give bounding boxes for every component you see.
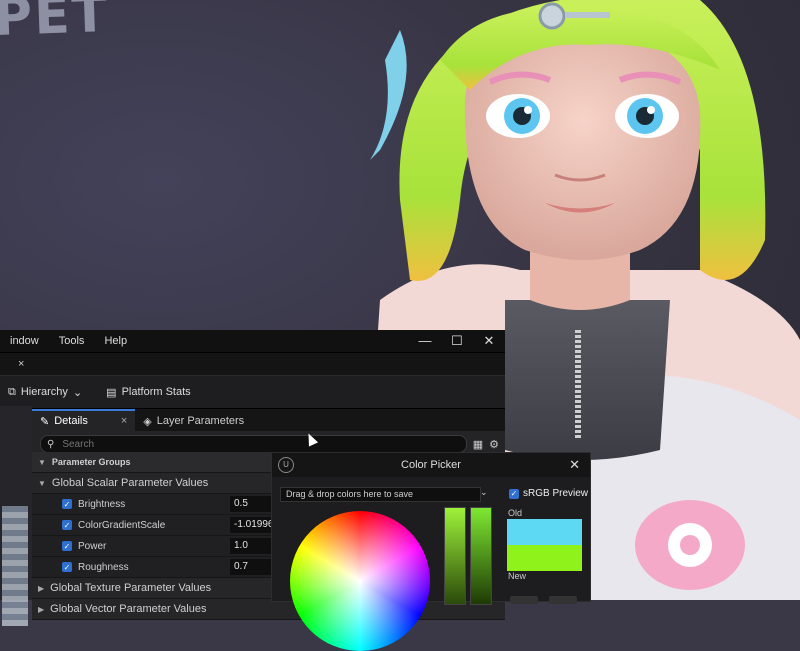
chevron-down-icon: ⌄ xyxy=(72,386,83,399)
viewport-strip xyxy=(0,406,32,626)
minimize-button[interactable]: — xyxy=(409,333,441,349)
window-controls: — ☐ ✕ xyxy=(409,333,505,349)
document-tab-close-icon[interactable]: × xyxy=(18,358,24,370)
table-view-icon[interactable]: ▦ xyxy=(473,438,483,451)
tab-details[interactable]: ✎ Details × xyxy=(32,409,136,431)
scalar-group-label: Global Scalar Parameter Values xyxy=(51,477,209,489)
close-icon[interactable]: ✕ xyxy=(569,457,580,473)
param-name: ColorGradientScale xyxy=(78,519,166,531)
hair-clip xyxy=(538,2,566,30)
srgb-preview-toggle[interactable]: ✓ sRGB Preview xyxy=(509,488,588,499)
menu-bar: indow Tools Help — ☐ ✕ xyxy=(0,330,505,353)
platform-stats-label: Platform Stats xyxy=(121,386,191,398)
color-wheel[interactable] xyxy=(290,511,430,651)
checkbox-checked-icon[interactable]: ✓ xyxy=(509,488,519,499)
building-thumbnail xyxy=(2,506,28,626)
platform-stats-button[interactable]: ▤ Platform Stats xyxy=(98,386,198,399)
color-picker-window: U Color Picker ✕ Drag & drop colors here… xyxy=(271,452,591,651)
menu-tools[interactable]: Tools xyxy=(49,335,95,347)
color-picker-titlebar[interactable]: U Color Picker ✕ xyxy=(272,453,590,477)
saved-colors-dropzone[interactable]: Drag & drop colors here to save xyxy=(280,487,481,502)
gear-icon[interactable]: ⚙ xyxy=(489,438,499,451)
new-color-swatch[interactable] xyxy=(507,545,582,571)
unreal-logo-icon: U xyxy=(278,457,294,473)
panel-tab-row: ✎ Details × ◈ Layer Parameters xyxy=(0,409,505,431)
hierarchy-button[interactable]: ⧉ Hierarchy ⌄ xyxy=(0,386,90,399)
texture-group-label: Global Texture Parameter Values xyxy=(50,582,212,594)
parameter-groups-label: Parameter Groups xyxy=(51,457,131,467)
checkbox-checked-icon[interactable]: ✓ xyxy=(62,499,72,509)
search-icon: ⚲ xyxy=(47,438,55,450)
checkbox-checked-icon[interactable]: ✓ xyxy=(62,562,72,572)
vector-group-label: Global Vector Parameter Values xyxy=(50,603,207,615)
old-color-swatch[interactable] xyxy=(507,519,582,545)
pencil-icon: ✎ xyxy=(40,415,50,428)
saturation-slider[interactable] xyxy=(444,507,466,605)
search-input[interactable] xyxy=(60,437,425,451)
tab-layer-parameters-label: Layer Parameters xyxy=(156,415,245,427)
collapse-arrow-icon: ▼ xyxy=(38,478,46,488)
close-window-button[interactable]: ✕ xyxy=(473,333,505,349)
srgb-preview-label: sRGB Preview xyxy=(523,488,589,499)
vector-group-header[interactable]: ▶ Global Vector Parameter Values xyxy=(32,599,505,620)
checkbox-checked-icon[interactable]: ✓ xyxy=(62,541,72,551)
jacket-collar xyxy=(505,300,670,460)
document-tab-row: × xyxy=(0,353,505,375)
search-box: ⚲ xyxy=(40,435,467,453)
menu-help[interactable]: Help xyxy=(94,335,137,347)
tab-close-icon[interactable]: × xyxy=(121,415,127,427)
hierarchy-label: Hierarchy xyxy=(20,386,68,398)
collapse-arrow-icon: ▼ xyxy=(38,457,46,467)
menu-window[interactable]: indow xyxy=(0,335,49,347)
expand-arrow-icon: ▶ xyxy=(38,583,45,593)
checkbox-checked-icon[interactable]: ✓ xyxy=(62,520,72,530)
new-color-label: New xyxy=(508,571,527,581)
color-mode-icon[interactable] xyxy=(510,596,538,604)
toolbar: ⧉ Hierarchy ⌄ ▤ Platform Stats xyxy=(0,375,505,409)
color-picker-title: Color Picker xyxy=(401,459,461,471)
expand-arrow-icon: ▶ xyxy=(38,604,45,614)
chevron-down-icon[interactable]: ⌄ xyxy=(480,487,488,498)
tab-layer-parameters[interactable]: ◈ Layer Parameters xyxy=(135,411,252,431)
eyedropper-icon[interactable] xyxy=(549,596,577,604)
value-slider[interactable] xyxy=(470,507,492,605)
param-name: Brightness xyxy=(78,498,126,510)
maximize-button[interactable]: ☐ xyxy=(441,333,473,349)
param-name: Roughness xyxy=(78,561,129,573)
platform-stats-icon: ▤ xyxy=(106,386,117,399)
tab-details-label: Details xyxy=(54,415,88,427)
hierarchy-icon: ⧉ xyxy=(8,385,16,398)
param-name: Power xyxy=(78,540,107,552)
blue-streak xyxy=(370,30,407,160)
layers-icon: ◈ xyxy=(143,415,152,428)
old-color-label: Old xyxy=(508,508,523,518)
